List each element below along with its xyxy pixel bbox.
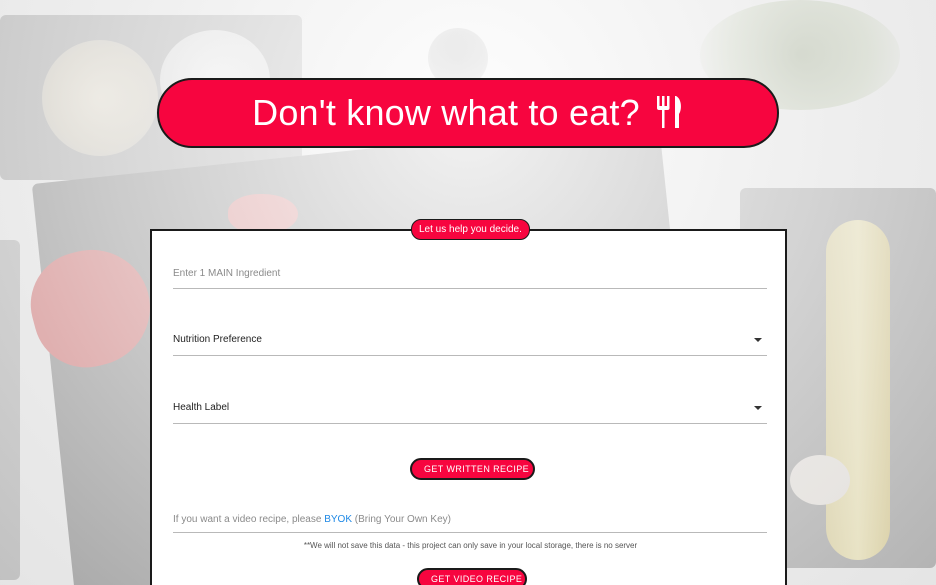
nutrition-preference-label: Nutrition Preference [173, 334, 262, 345]
main-ingredient-placeholder: Enter 1 MAIN Ingredient [173, 268, 281, 279]
health-label-label: Health Label [173, 402, 230, 413]
page-title: Don't know what to eat? [252, 92, 640, 133]
byok-link[interactable]: BYOK [324, 513, 352, 525]
get-written-recipe-button[interactable]: GET WRITTEN RECIPE [410, 458, 535, 480]
main-ingredient-input[interactable]: Enter 1 MAIN Ingredient [173, 267, 767, 289]
video-prompt-suffix: (Bring Your Own Key) [354, 514, 451, 525]
get-video-recipe-button[interactable]: GET VIDEO RECIPE [417, 568, 527, 585]
nutrition-preference-select[interactable]: Nutrition Preference [173, 333, 767, 356]
recipe-form-card: Enter 1 MAIN Ingredient Nutrition Prefer… [150, 229, 787, 585]
tagline-badge: Let us help you decide. [411, 219, 530, 240]
chevron-down-icon [754, 338, 762, 342]
chevron-down-icon [754, 406, 762, 410]
title-banner: Don't know what to eat? [157, 78, 779, 148]
privacy-note: **We will not save this data - this proj… [303, 541, 638, 550]
health-label-select[interactable]: Health Label [173, 401, 767, 424]
utensils-icon [654, 96, 684, 130]
video-key-input[interactable]: If you want a video recipe, please BYOK … [173, 513, 767, 533]
video-prompt-prefix: If you want a video recipe, please [173, 514, 322, 525]
